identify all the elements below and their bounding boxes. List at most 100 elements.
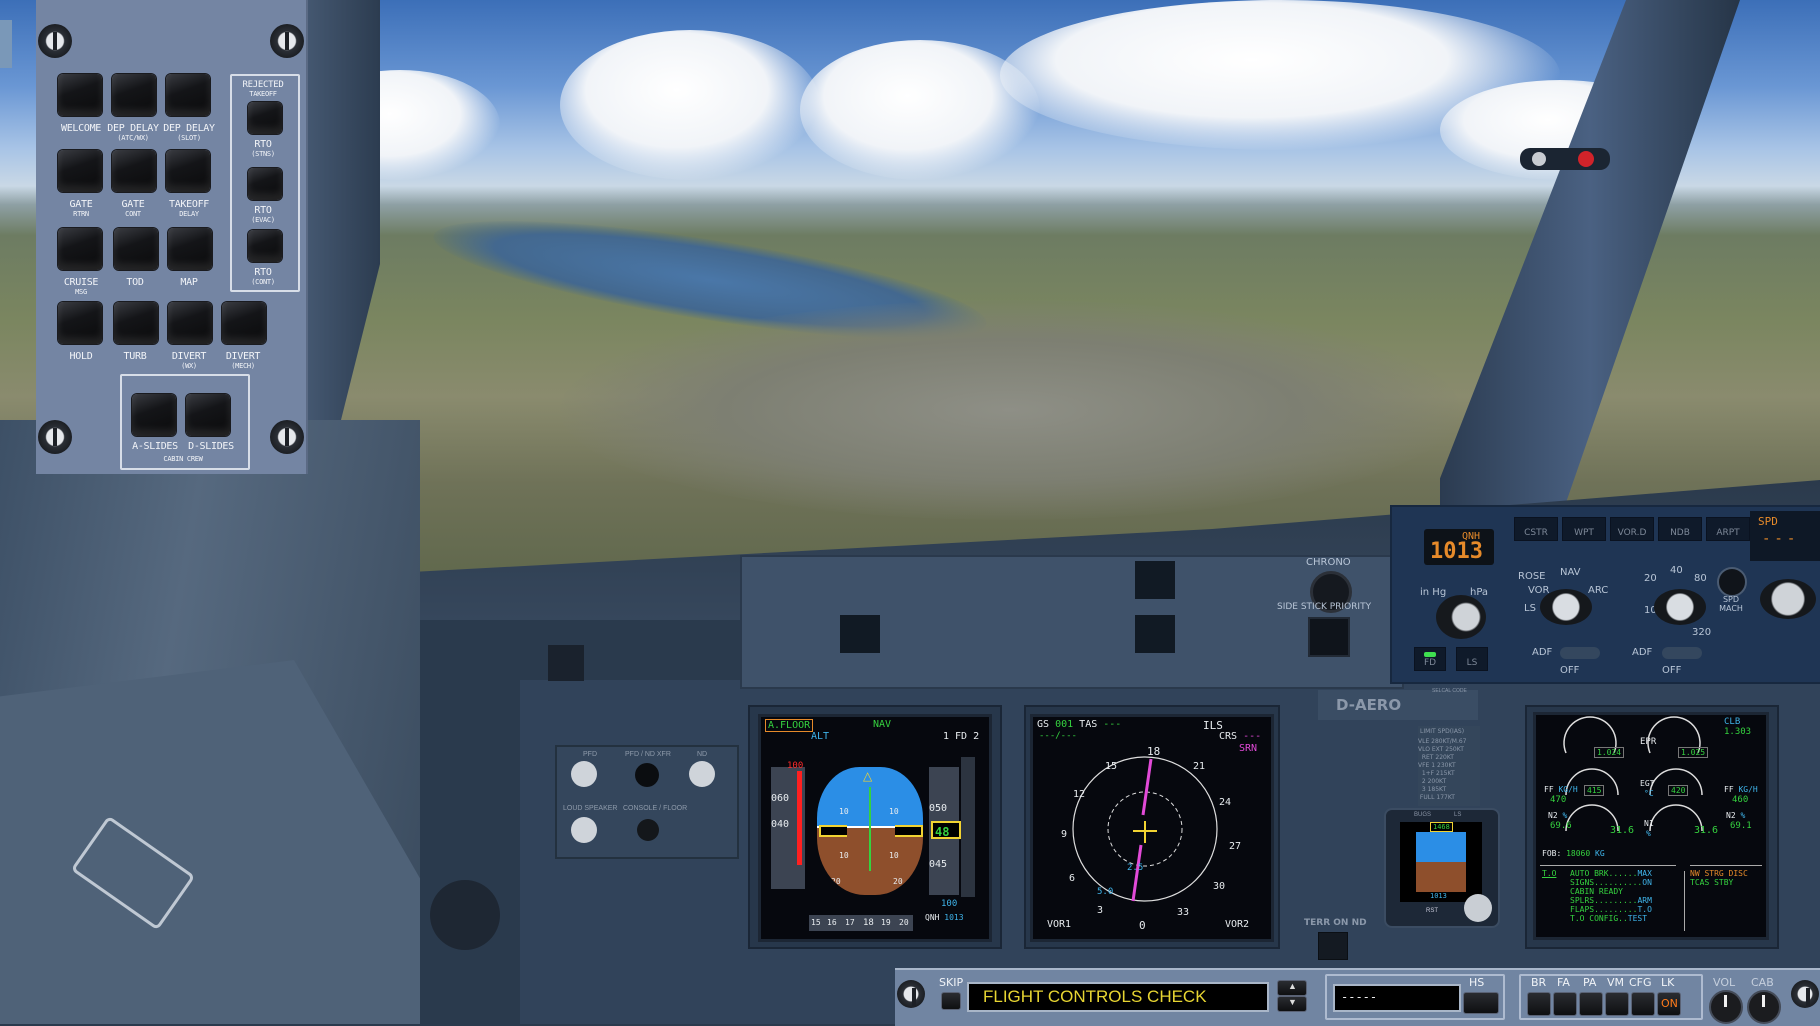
d-slides-label: D-SLIDES — [176, 442, 246, 452]
vm-toggle[interactable] — [1605, 992, 1629, 1016]
hold-button[interactable] — [58, 302, 102, 344]
volume-knob[interactable] — [1709, 990, 1743, 1024]
rto-cont-button[interactable] — [248, 230, 282, 262]
vertical-speed-scale — [961, 757, 975, 897]
nd-filter-arpt[interactable]: ARPT — [1706, 517, 1750, 541]
gate-cont-button[interactable] — [112, 150, 156, 192]
limit-value: 230KT — [1437, 762, 1456, 769]
loud-speaker-knob[interactable] — [571, 817, 597, 843]
fob-unit: KG — [1595, 849, 1605, 858]
adf2-vor2-switch[interactable] — [1662, 647, 1702, 659]
memo-item-text: SIGNS.......... — [1570, 878, 1643, 887]
limit-cfg: EXT — [1431, 746, 1444, 753]
isis-bugs-button[interactable]: BUGS — [1414, 812, 1431, 818]
panel-collapse-tab[interactable] — [0, 20, 12, 68]
speed-knob[interactable] — [1760, 579, 1816, 619]
pfd-qnh: QNH 1013 — [925, 913, 964, 922]
isis-rst-button[interactable]: RST — [1426, 908, 1438, 914]
button-label: RTO — [254, 205, 272, 216]
terr-on-nd-button[interactable] — [1318, 932, 1348, 960]
pfd-nd-xfr-button[interactable] — [635, 763, 659, 787]
nd-range-selector[interactable] — [1654, 589, 1706, 625]
glareshield-button[interactable] — [1135, 561, 1175, 599]
latch-red-button[interactable] — [1578, 151, 1594, 167]
turb-button[interactable] — [114, 302, 158, 344]
takeoff-delay-button[interactable] — [166, 150, 210, 192]
pa-toggle[interactable] — [1579, 992, 1603, 1016]
nd-filter-vord[interactable]: VOR.D — [1610, 517, 1654, 541]
fa-toggle[interactable] — [1553, 992, 1577, 1016]
memo-item-text: T.O CONFIG.. — [1570, 914, 1628, 923]
map-button[interactable] — [168, 228, 212, 270]
hs-button[interactable] — [1463, 992, 1499, 1014]
checklist-down-button[interactable]: ▼ — [1277, 996, 1307, 1012]
glareshield-panel: CHRONO SIDE STICK PRIORITY — [740, 555, 1404, 689]
adf1-vor1-switch[interactable] — [1560, 647, 1600, 659]
cruise-msg-button[interactable] — [58, 228, 102, 270]
pfd-brightness-knob[interactable] — [571, 761, 597, 787]
checklist-text: FLIGHT CONTROLS CHECK — [983, 987, 1207, 1006]
divert-wx-button[interactable] — [168, 302, 212, 344]
rto-stns-button[interactable] — [248, 102, 282, 134]
glareshield-button[interactable] — [548, 645, 584, 681]
baro-knob[interactable] — [1436, 595, 1486, 639]
fma-fd: 1 FD 2 — [943, 731, 980, 742]
glareshield-button[interactable] — [840, 615, 880, 653]
heading-tick: 18 — [863, 918, 874, 928]
altitude-readout-box: 48 — [931, 821, 961, 839]
isis-baro-knob[interactable] — [1464, 894, 1492, 922]
limit-header-label: LIMIT — [1420, 728, 1436, 735]
nd-filter-wpt[interactable]: WPT — [1562, 517, 1606, 541]
button-sublabel: (STNS) — [251, 150, 275, 158]
fd-button[interactable]: FD — [1414, 647, 1446, 671]
br-toggle[interactable] — [1527, 992, 1551, 1016]
limit-value: 280KT/M.67 — [1431, 738, 1467, 745]
nd-brt-label: ND — [697, 751, 708, 758]
limit-row: VFE 1 230KT — [1418, 762, 1480, 770]
memo-item-text: FLAPS......... — [1570, 905, 1638, 914]
n2-left: 69.6 — [1550, 821, 1572, 831]
side-stick-priority-button[interactable] — [1308, 617, 1350, 657]
glareshield-button[interactable] — [1135, 615, 1175, 653]
compass-label: 3 — [1097, 905, 1104, 916]
rto-evac-button[interactable] — [248, 168, 282, 200]
cfg-toggle[interactable] — [1631, 992, 1655, 1016]
compass-label: 9 — [1061, 829, 1068, 840]
button-label: A-SLIDES — [132, 441, 178, 452]
map-label: MAP — [154, 278, 224, 288]
cabin-volume-knob[interactable] — [1747, 990, 1781, 1024]
welcome-button[interactable] — [58, 74, 102, 116]
ff-right: 460 — [1732, 795, 1749, 805]
skip-button[interactable] — [941, 992, 961, 1010]
mode-rose-label: ROSE — [1518, 571, 1546, 582]
terr-on-nd-label: TERR ON ND — [1304, 918, 1367, 928]
console-floor-switch[interactable] — [637, 819, 659, 841]
window-latch[interactable] — [1520, 148, 1610, 170]
spd-mach-button[interactable] — [1717, 567, 1747, 597]
nd-brightness-knob[interactable] — [689, 761, 715, 787]
a-slides-button[interactable] — [132, 394, 176, 436]
nd-mode-selector[interactable] — [1540, 589, 1592, 625]
gate-rtrn-button[interactable] — [58, 150, 102, 192]
limit-row: VLO EXT 250KT — [1418, 746, 1480, 754]
speed-limit-placard: LIMIT SPD(IAS) VLE 280KT/M.67 VLO EXT 25… — [1418, 726, 1480, 806]
d-slides-button[interactable] — [186, 394, 230, 436]
divert-mech-button[interactable] — [222, 302, 266, 344]
range-40-label: 40 — [1670, 565, 1683, 576]
checklist-up-button[interactable]: ▲ — [1277, 980, 1307, 996]
standby-instrument-isis: BUGS LS 1468 1013 RST — [1384, 808, 1500, 928]
dep-delay-slot-button[interactable] — [166, 74, 210, 116]
nd-filter-ndb[interactable]: NDB — [1658, 517, 1702, 541]
nd-filter-cstr[interactable]: CSTR — [1514, 517, 1558, 541]
fma-athr: A.FLOOR — [765, 719, 814, 732]
nd-filter-label: VOR.D — [1617, 528, 1647, 538]
alt-tick: 045 — [929, 859, 948, 870]
ls-button[interactable]: LS — [1456, 647, 1488, 671]
lk-state: ON — [1661, 997, 1678, 1010]
dep-delay-atc-button[interactable] — [112, 74, 156, 116]
vol-label: VOL — [1713, 976, 1736, 989]
tod-button[interactable] — [114, 228, 158, 270]
isis-ls-button[interactable]: LS — [1454, 812, 1461, 818]
speed-tick: 060 — [771, 793, 790, 804]
lk-toggle[interactable]: ON — [1657, 992, 1681, 1016]
